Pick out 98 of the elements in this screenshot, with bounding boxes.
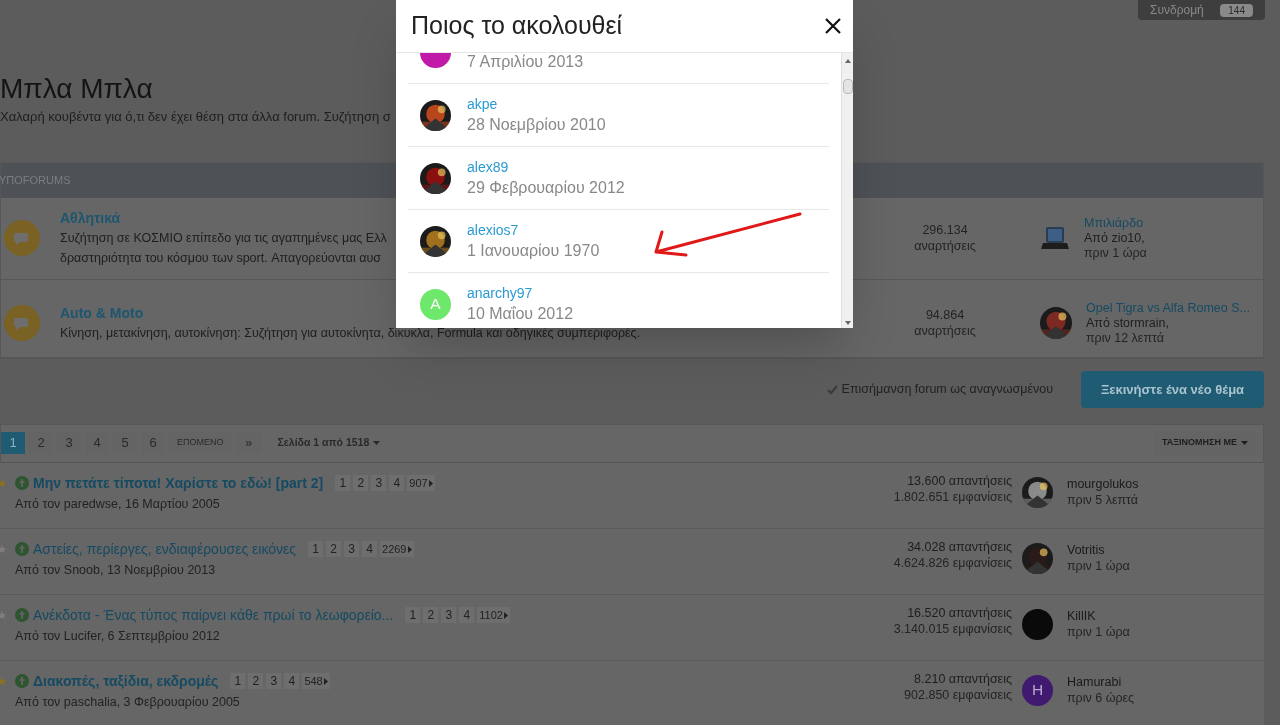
page-link[interactable]: 3 <box>344 541 359 557</box>
follower-link[interactable]: anarchy97 <box>467 283 533 303</box>
forum-title: Μπλα Μπλα <box>0 72 153 106</box>
reply-count: 34.028 απαντήσεις <box>907 538 1012 555</box>
page-link[interactable]: 4 <box>389 475 405 491</box>
post-time: πριν 5 λεπτά <box>1067 491 1139 508</box>
pin-icon <box>15 542 29 556</box>
arrow-icon <box>407 545 412 553</box>
page-link[interactable]: 1 <box>308 541 323 557</box>
avatar: A <box>420 288 451 320</box>
follow-date: 7 Απριλίου 2013 <box>467 53 584 72</box>
topic-title-link[interactable]: Αστείες, περίεργες, ενδιαφέρουσες εικόνες <box>33 538 296 560</box>
page-link[interactable]: 1 <box>335 475 351 491</box>
chat-bubble-icon <box>4 305 40 341</box>
laptop-icon <box>1040 224 1070 252</box>
post-count-label: αναρτήσεις <box>914 323 976 339</box>
topic-byline: Από τον paredwse, 16 Μαρτίου 2005 <box>15 495 220 513</box>
follower-link[interactable]: alex89 <box>467 157 509 177</box>
follow-date: 1 Ιανουαρίου 1970 <box>467 240 600 261</box>
forum-description: Χαλαρή κουβέντα για ό,τι δεν έχει θέση στα άλλα forum. Συζήτηση σ <box>0 108 391 126</box>
last-page-link[interactable]: 2269 <box>380 541 414 557</box>
page-link[interactable]: 2 <box>326 541 341 557</box>
view-count: 902.850 εμφανίσεις <box>903 686 1012 703</box>
reply-count: 13.600 απαντήσεις <box>907 472 1012 489</box>
page-button[interactable]: 1 <box>1 432 25 454</box>
last-post-time: πριν 12 λεπτά <box>1086 330 1166 346</box>
post-time: πριν 6 ώρες <box>1067 689 1135 706</box>
page-jump-dropdown[interactable]: Σελίδα 1 από 1518 <box>277 435 381 451</box>
page-link[interactable]: 4 <box>459 607 475 623</box>
pin-icon <box>15 608 29 622</box>
last-post-time: πριν 1 ώρα <box>1084 245 1147 261</box>
avatar: H <box>1022 674 1053 706</box>
view-count: 1.802.651 εμφανίσεις <box>892 488 1012 505</box>
check-icon <box>826 384 838 395</box>
topic-byline: Από τον Lucifer, 6 Σεπτεμβρίου 2012 <box>15 627 220 645</box>
view-count: 3.140.015 εμφανίσεις <box>892 620 1012 637</box>
arrow-icon <box>503 611 508 619</box>
page-link[interactable]: 3 <box>441 607 457 623</box>
last-post-link[interactable]: Opel Tigra vs Alfa Romeo S... <box>1086 300 1250 316</box>
reply-count: 8.210 απαντήσεις <box>914 670 1012 687</box>
topic-byline: Από τον paschalia, 3 Φεβρουαρίου 2005 <box>15 693 240 711</box>
follow-date: 28 Νοεμβρίου 2010 <box>467 114 606 135</box>
post-count-label: αναρτήσεις <box>914 238 976 254</box>
last-post-link[interactable]: Μπιλιάρδο <box>1084 215 1147 231</box>
subforum-description: Κίνηση, μετακίνηση, αυτοκίνηση: Συζήτηση για αυτοκίνητα, δίκυκλα, Formula και οδηγικές συμπεριφορές. <box>60 325 641 342</box>
reply-count: 16.520 απαντήσεις <box>907 604 1012 621</box>
last-page-link[interactable]: 1102 <box>477 607 510 623</box>
post-count: 94.864 <box>925 307 965 323</box>
post-time: πριν 1 ώρα <box>1067 557 1130 574</box>
page-link[interactable]: 4 <box>362 541 377 557</box>
arrow-icon <box>844 321 851 325</box>
pin-icon <box>15 674 29 688</box>
new-topic-button[interactable]: Ξεκινήστε ένα νέο θέμα <box>1081 371 1264 408</box>
mark-read-link[interactable]: Επισήμανση forum ως αναγνωσμένου <box>826 380 1053 399</box>
page-link[interactable]: 4 <box>284 673 300 689</box>
topic-title-link[interactable]: Μην πετάτε τίποτα! Χαρίστε το εδώ! [part 2] <box>33 472 324 494</box>
subscribe-button[interactable]: Συνδρομή 144 <box>1138 0 1265 20</box>
close-icon <box>825 18 841 34</box>
count-badge: 144 <box>1220 3 1253 17</box>
poster-name: KillIK <box>1067 608 1097 624</box>
subforum-description: Συζήτηση σε ΚΟΣΜΙΟ επίπεδο για τις αγαπημένες μας Ελλ <box>60 230 387 247</box>
last-post-author: Από stormrain, <box>1086 315 1170 331</box>
poster-name: Votritis <box>1067 542 1106 558</box>
pin-icon <box>15 476 29 490</box>
page-link[interactable]: 3 <box>371 475 387 491</box>
topic-byline: Από τον Snoob, 13 Νοεμβρίου 2013 <box>15 561 216 579</box>
follow-date: 29 Φεβρουαρίου 2012 <box>467 177 625 198</box>
page-link[interactable]: 1 <box>230 673 246 689</box>
topic-title-link[interactable]: Ανέκδοτα - Ένας τύπος παίρνει κάθε πρωί το λεωφορείο... <box>33 604 394 626</box>
poster-name: Hamurabi <box>1067 674 1123 690</box>
follower-link[interactable]: akpe <box>467 94 498 114</box>
last-post-author: Από zio10, <box>1084 230 1146 246</box>
post-count: 296.134 <box>922 222 968 238</box>
page-link[interactable]: 3 <box>266 673 282 689</box>
page-link[interactable]: 2 <box>248 673 264 689</box>
subforum-description: δραστηριότητα του κόσμου των sport. Απαγορεύονται αυσ <box>60 250 382 267</box>
page-link[interactable]: 2 <box>423 607 439 623</box>
view-count: 4.624.826 εμφανίσεις <box>892 554 1012 571</box>
follow-date: 10 Μαΐου 2012 <box>467 303 574 324</box>
page-link[interactable]: 2 <box>353 475 369 491</box>
follower-link[interactable]: alexios7 <box>467 220 519 240</box>
post-time: πριν 1 ώρα <box>1067 623 1130 640</box>
last-page-link[interactable]: 548 <box>302 673 330 689</box>
caret-icon <box>1241 441 1248 445</box>
modal-title: Ποιος το ακολουθεί <box>411 10 623 42</box>
last-page-link[interactable]: 907 <box>407 475 435 491</box>
arrow-icon <box>323 677 328 685</box>
topic-title-link[interactable]: Διακοπές, ταξίδια, εκδρομές <box>33 670 219 692</box>
chat-bubble-icon <box>4 220 40 256</box>
arrow-icon <box>844 59 851 63</box>
page-link[interactable]: 1 <box>405 607 421 623</box>
caret-icon <box>373 441 381 445</box>
poster-name: mourgolukos <box>1067 476 1139 492</box>
avatar <box>1022 608 1053 640</box>
scrollbar[interactable] <box>841 53 853 328</box>
close-button[interactable] <box>825 18 841 34</box>
scrollbar-thumb[interactable] <box>842 79 853 94</box>
arrow-icon <box>428 479 433 487</box>
